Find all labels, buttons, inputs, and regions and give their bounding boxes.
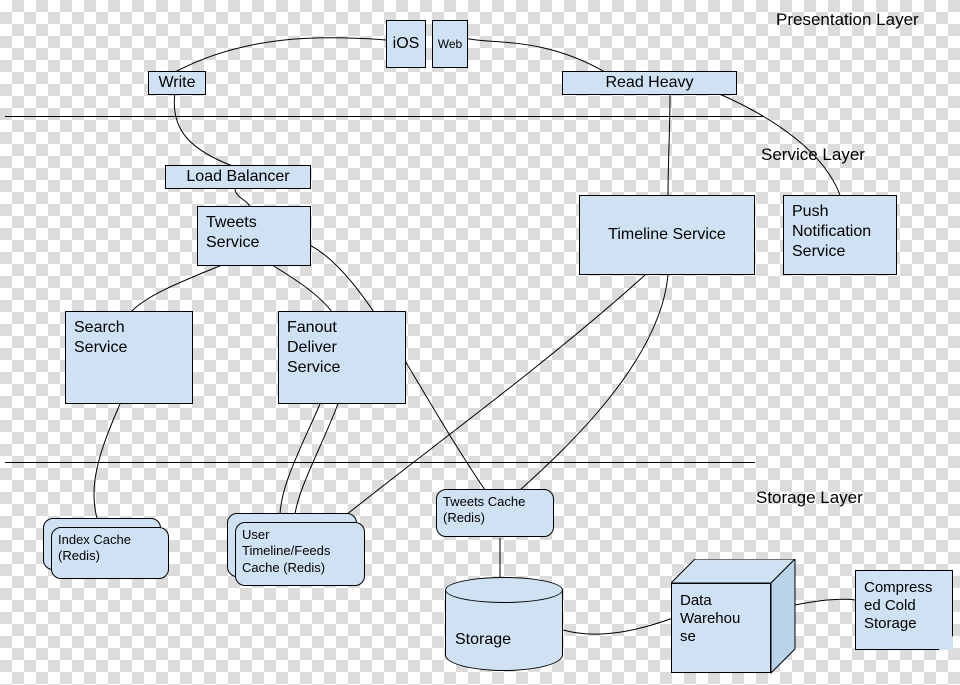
node-storage: Storage	[445, 577, 563, 671]
node-web: Web	[432, 20, 468, 68]
node-push-notification-service: Push Notification Service	[783, 195, 897, 275]
layer-label-storage: Storage Layer	[756, 488, 863, 508]
node-load-balancer: Load Balancer	[165, 165, 311, 189]
divider-presentation-service	[5, 116, 763, 117]
layer-label-presentation: Presentation Layer	[776, 10, 919, 30]
layer-label-service: Service Layer	[761, 145, 865, 165]
node-fanout-deliver-service: Fanout Deliver Service	[278, 311, 406, 404]
node-data-warehouse-label: Data Warehou se	[671, 583, 771, 673]
node-data-warehouse: Data Warehou se	[671, 559, 797, 674]
diagram-canvas: Presentation Layer Service Layer Storage…	[0, 0, 960, 685]
node-ios: iOS	[386, 20, 426, 68]
node-read-heavy: Read Heavy	[562, 71, 737, 95]
node-index-cache: Index Cache (Redis)	[51, 527, 169, 579]
node-write: Write	[148, 71, 206, 95]
divider-service-storage	[5, 462, 755, 463]
node-tweets-cache: Tweets Cache (Redis)	[436, 489, 554, 537]
node-search-service: Search Service	[65, 311, 193, 404]
node-compressed-cold-storage: Compress ed Cold Storage	[855, 570, 953, 650]
node-storage-label: Storage	[455, 631, 511, 649]
node-timeline-service: Timeline Service	[579, 195, 755, 275]
node-user-timeline-cache: User Timeline/Feeds Cache (Redis)	[235, 522, 365, 586]
node-tweets-service: Tweets Service	[197, 206, 311, 266]
